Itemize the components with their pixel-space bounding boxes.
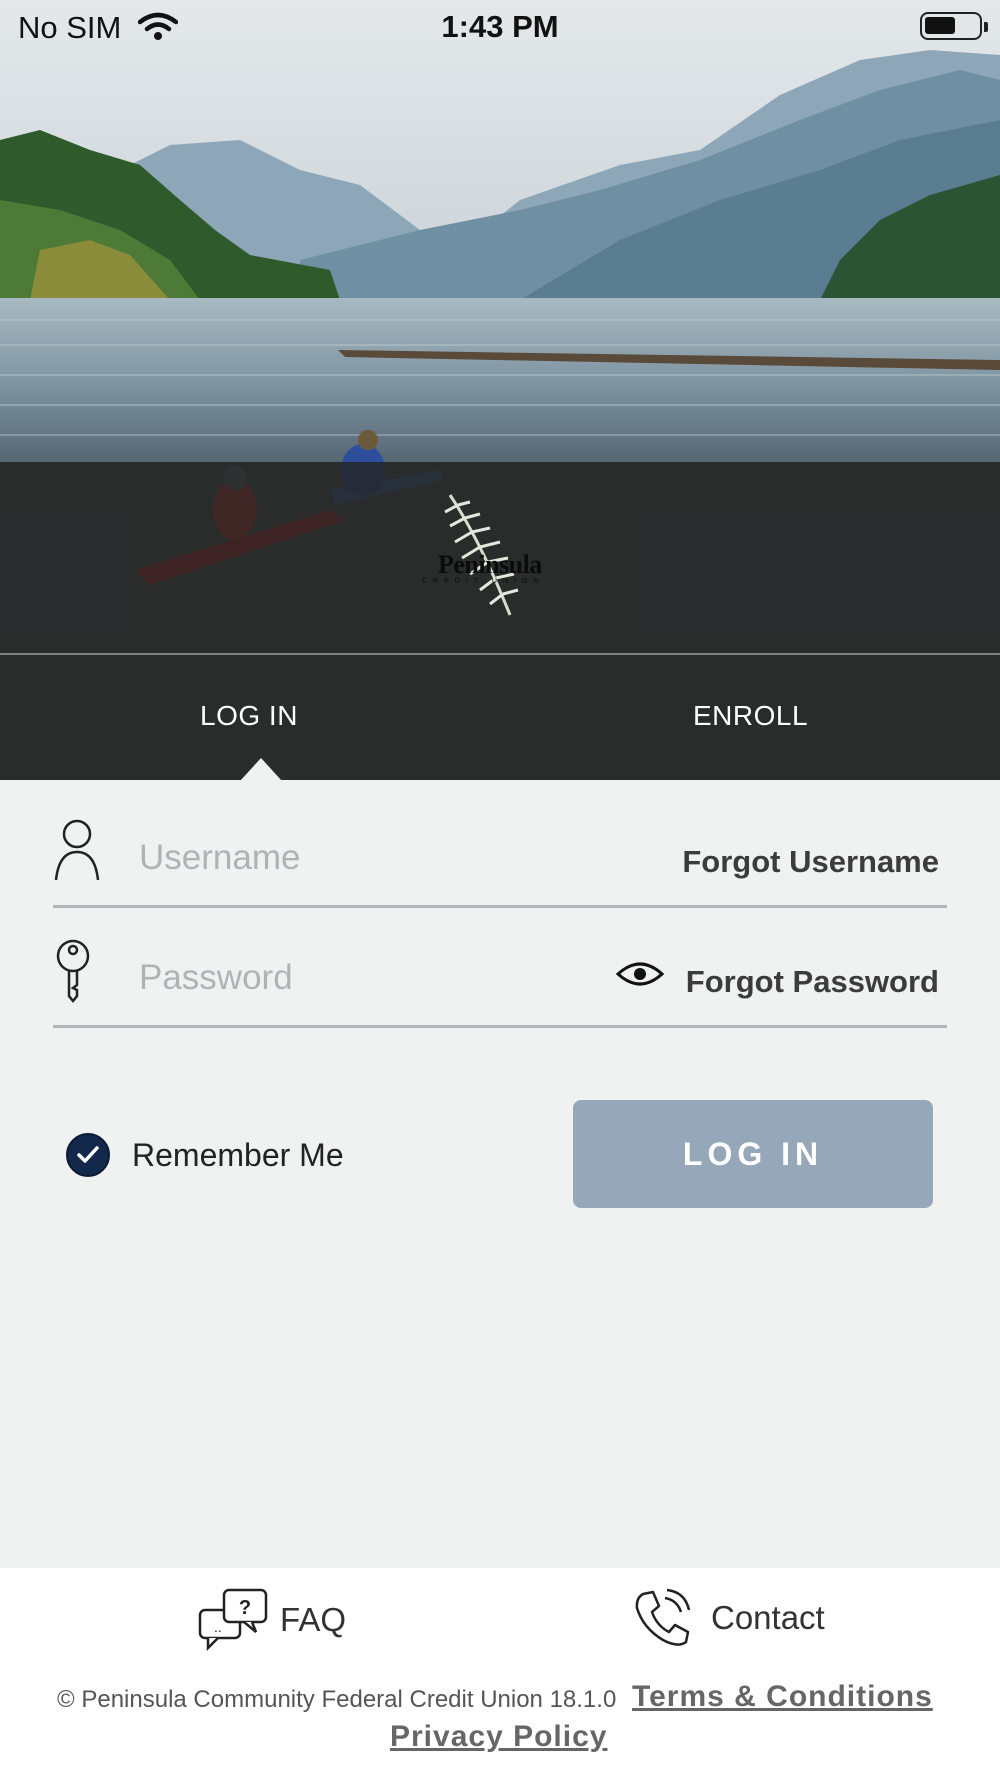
remember-me-toggle[interactable]: Remember Me bbox=[66, 1133, 344, 1177]
battery-icon bbox=[920, 12, 988, 40]
contact-button[interactable]: Contact bbox=[633, 1588, 825, 1648]
key-icon bbox=[56, 939, 90, 1004]
show-password-eye-icon[interactable] bbox=[616, 958, 664, 990]
clock: 1:43 PM bbox=[441, 9, 559, 44]
faq-chat-icon: ? .. bbox=[198, 1588, 268, 1652]
terms-link[interactable]: Terms & Conditions bbox=[632, 1680, 933, 1714]
active-tab-indicator bbox=[240, 758, 282, 780]
forgot-password-link[interactable]: Forgot Password bbox=[686, 964, 939, 1000]
divider bbox=[0, 653, 1000, 655]
status-bar: No SIM 1:43 PM bbox=[0, 0, 1000, 56]
copyright-text: © Peninsula Community Federal Credit Uni… bbox=[57, 1686, 617, 1713]
logo-wordmark: Peninsula bbox=[438, 550, 542, 579]
svg-text:?: ? bbox=[239, 1597, 251, 1619]
tab-login[interactable]: LOG IN bbox=[200, 700, 298, 732]
user-icon bbox=[54, 819, 100, 881]
contact-label: Contact bbox=[711, 1599, 825, 1636]
login-button[interactable]: LOG IN bbox=[573, 1100, 933, 1208]
hero-banner: Peninsula CREDIT UNION No SIM 1:43 PM LO… bbox=[0, 0, 1000, 780]
privacy-policy-link[interactable]: Privacy Policy bbox=[390, 1720, 607, 1754]
svg-text:..: .. bbox=[214, 1619, 222, 1635]
footer: ? .. FAQ Contact © Peninsula Community F… bbox=[0, 1568, 1000, 1778]
username-input[interactable] bbox=[139, 836, 579, 880]
password-field: Forgot Password bbox=[53, 928, 947, 1028]
faq-label: FAQ bbox=[280, 1601, 347, 1638]
faq-button[interactable]: ? .. FAQ bbox=[198, 1588, 346, 1652]
checkmark-icon bbox=[77, 1146, 99, 1163]
remember-me-label: Remember Me bbox=[132, 1136, 344, 1173]
forgot-username-link[interactable]: Forgot Username bbox=[682, 844, 939, 880]
phone-icon bbox=[635, 1588, 691, 1646]
username-field: Forgot Username bbox=[53, 808, 947, 908]
logo-subtext: CREDIT UNION bbox=[422, 578, 545, 585]
password-input[interactable] bbox=[139, 956, 579, 1000]
tab-enroll[interactable]: ENROLL bbox=[693, 700, 808, 732]
remember-me-checkbox[interactable] bbox=[66, 1133, 110, 1177]
